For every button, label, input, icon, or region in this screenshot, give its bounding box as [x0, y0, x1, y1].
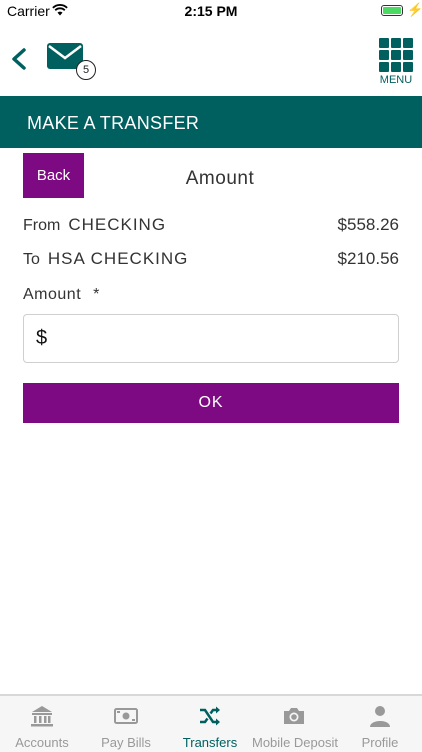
from-account-name: CHECKING	[68, 215, 167, 234]
ok-button[interactable]: OK	[23, 383, 399, 423]
tab-label: Profile	[361, 735, 399, 750]
required-mark: *	[93, 286, 100, 303]
charging-icon: ⚡	[407, 2, 422, 17]
bank-icon	[31, 706, 53, 727]
amount-input[interactable]	[56, 323, 390, 357]
tab-label: Transfers	[182, 735, 238, 750]
status-bar: Carrier 2:15 PM ⚡	[0, 0, 422, 22]
title-bar: MAKE A TRANSFER	[0, 96, 422, 148]
menu-button[interactable]: MENU	[374, 36, 418, 86]
amount-label-text: Amount	[23, 286, 82, 303]
tab-label: Mobile Deposit	[252, 735, 338, 750]
tab-profile[interactable]: Profile	[338, 696, 422, 752]
to-account-row: To HSA CHECKING $210.56	[23, 249, 399, 273]
person-icon	[370, 706, 390, 727]
shuffle-icon	[200, 706, 220, 726]
top-nav: 5 MENU	[0, 22, 422, 96]
tab-accounts[interactable]: Accounts	[0, 696, 84, 752]
tab-pay-bills[interactable]: Pay Bills	[84, 696, 168, 752]
tab-bar: Accounts Pay Bills Transfers Mobile Depo…	[0, 694, 422, 752]
to-account-balance: $210.56	[337, 249, 399, 268]
page-title: MAKE A TRANSFER	[27, 113, 200, 133]
tab-label: Accounts	[15, 735, 69, 750]
to-account-name: HSA CHECKING	[47, 249, 189, 268]
menu-label: MENU	[379, 74, 413, 86]
tab-mobile-deposit[interactable]: Mobile Deposit	[252, 696, 338, 752]
tab-label: Pay Bills	[101, 735, 151, 750]
back-chevron-icon[interactable]	[8, 42, 32, 76]
battery-icon	[381, 5, 403, 16]
camera-icon	[284, 708, 304, 724]
status-time: 2:15 PM	[184, 3, 238, 19]
amount-field[interactable]: $	[23, 314, 399, 363]
screen-heading: Amount	[185, 168, 255, 189]
bill-icon	[114, 708, 138, 724]
amount-field-label: Amount *	[23, 286, 100, 304]
from-label: From	[23, 217, 61, 234]
from-account-balance: $558.26	[337, 215, 399, 234]
currency-symbol: $	[36, 327, 48, 349]
to-label: To	[23, 251, 40, 268]
grid-icon	[379, 38, 413, 72]
from-account-row: From CHECKING $558.26	[23, 215, 399, 239]
mail-count-badge: 5	[76, 60, 96, 80]
tab-transfers[interactable]: Transfers	[168, 696, 252, 752]
